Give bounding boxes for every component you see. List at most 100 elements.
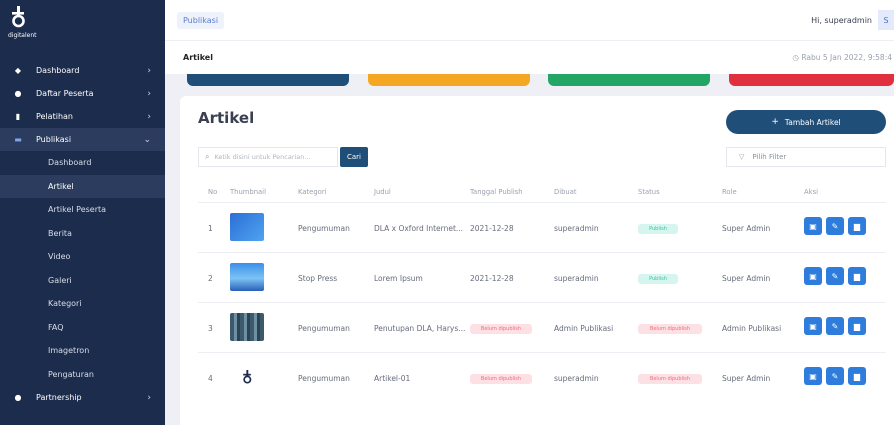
sidebar-item-publikasi[interactable]: ▬ Publikasi ⌄ (0, 128, 165, 151)
status-badge: Belum dipublish (638, 374, 702, 384)
edit-button[interactable]: ✎ (826, 367, 844, 385)
trash-icon: ▆ (853, 221, 861, 231)
col-header-status: Status (638, 188, 660, 196)
sidebar-sub-kategori[interactable]: Kategori (0, 292, 165, 316)
diamond-icon: ◆ (14, 66, 22, 75)
search-icon: ⌕ (205, 152, 210, 161)
table-row: 4 Pengumuman Artikel-01 Belum dipublish … (198, 352, 886, 402)
newspaper-icon: ▬ (14, 135, 22, 144)
stat-card-blue[interactable] (187, 74, 349, 86)
view-icon: ▣ (809, 371, 817, 381)
view-button[interactable]: ▣ (804, 217, 822, 235)
status-badge: Belum dipublish (638, 324, 702, 334)
chevron-right-icon: › (147, 111, 151, 122)
digitalent-logo-icon (12, 6, 25, 28)
sidebar: digitalent ◆ Dashboard › ● Daftar Pesert… (0, 0, 165, 425)
pencil-icon: ✎ (831, 221, 839, 231)
brand-name: digitalent (8, 32, 37, 39)
search-placeholder: Ketik disini untuk Pencarian... (214, 153, 311, 161)
col-header-kategori: Kategori (298, 188, 327, 196)
view-button[interactable]: ▣ (804, 317, 822, 335)
col-header-no: No (208, 188, 218, 196)
sidebar-sub-artikel[interactable]: Artikel (0, 174, 165, 198)
cell-no: 3 (208, 324, 213, 333)
cell-kategori: Pengumuman (298, 374, 350, 383)
sidebar-item-label: Publikasi (36, 135, 72, 144)
filter-icon: ▽ (739, 153, 745, 161)
edit-button[interactable]: ✎ (826, 317, 844, 335)
trash-icon: ▆ (853, 371, 861, 381)
sidebar-item-partnership[interactable]: ● Partnership › (0, 386, 165, 409)
delete-button[interactable]: ▆ (848, 317, 866, 335)
edit-button[interactable]: ✎ (826, 217, 844, 235)
sidebar-item-daftar-peserta[interactable]: ● Daftar Peserta › (0, 82, 165, 105)
delete-button[interactable]: ▆ (848, 217, 866, 235)
cell-no: 4 (208, 374, 213, 383)
trash-icon: ▆ (853, 321, 861, 331)
delete-button[interactable]: ▆ (848, 267, 866, 285)
col-header-aksi: Aksi (804, 188, 819, 196)
plus-icon: + (771, 117, 779, 127)
cell-kategori: Pengumuman (298, 324, 350, 333)
cell-role: Super Admin (722, 374, 771, 383)
top-bar: Publikasi Hi, superadmin S (165, 0, 894, 40)
sidebar-item-dashboard[interactable]: ◆ Dashboard › (0, 59, 165, 82)
view-icon: ▣ (809, 321, 817, 331)
sidebar-item-label: Pelatihan (36, 112, 73, 121)
handshake-icon: ● (14, 393, 22, 402)
cell-role: Super Admin (722, 274, 771, 283)
digitalent-logo-icon (243, 370, 252, 384)
sidebar-sub-pengaturan[interactable]: Pengaturan (0, 363, 165, 387)
cell-kategori: Stop Press (298, 274, 338, 283)
col-header-dibuat: Dibuat (554, 188, 577, 196)
brand-logo[interactable]: digitalent (0, 0, 165, 42)
article-thumbnail[interactable] (230, 213, 264, 241)
article-thumbnail[interactable] (230, 363, 264, 391)
sidebar-sub-artikel-peserta[interactable]: Artikel Peserta (0, 198, 165, 222)
stat-card-red[interactable] (729, 74, 894, 86)
delete-button[interactable]: ▆ (848, 367, 866, 385)
view-button[interactable]: ▣ (804, 267, 822, 285)
filter-select[interactable]: ▽ Pilih Filter (726, 147, 886, 167)
sidebar-sub-berita[interactable]: Berita (0, 222, 165, 246)
cell-no: 2 (208, 274, 213, 283)
cell-judul: DLA x Oxford Internet... (374, 224, 464, 233)
sidebar-sub-faq[interactable]: FAQ (0, 316, 165, 340)
stat-card-green[interactable] (548, 74, 710, 86)
sidebar-sub-dashboard[interactable]: Dashboard (0, 151, 165, 175)
cell-judul: Penutupan DLA, Harys... (374, 324, 466, 333)
chevron-down-icon: ⌄ (143, 134, 151, 145)
search-button[interactable]: Cari (340, 147, 368, 167)
status-badge: Publish (638, 274, 678, 284)
pencil-icon: ✎ (831, 321, 839, 331)
cell-tanggal: 2021-12-28 (470, 224, 514, 233)
cell-dibuat: Admin Publikasi (554, 324, 614, 333)
col-header-judul: Judul (374, 188, 391, 196)
trash-icon: ▆ (853, 271, 861, 281)
view-icon: ▣ (809, 221, 817, 231)
cell-role: Super Admin (722, 224, 771, 233)
panel-title: Artikel (198, 109, 255, 127)
cell-dibuat: superadmin (554, 224, 599, 233)
view-button[interactable]: ▣ (804, 367, 822, 385)
edit-button[interactable]: ✎ (826, 267, 844, 285)
cell-judul: Lorem Ipsum (374, 274, 423, 283)
cell-dibuat: superadmin (554, 274, 599, 283)
add-article-button[interactable]: + Tambah Artikel (726, 110, 886, 134)
stat-card-yellow[interactable] (368, 74, 530, 86)
breadcrumb[interactable]: Publikasi (177, 11, 225, 29)
article-thumbnail[interactable] (230, 313, 264, 341)
cell-dibuat: superadmin (554, 374, 599, 383)
search-input[interactable]: ⌕ Ketik disini untuk Pencarian... (198, 147, 338, 167)
sidebar-sub-video[interactable]: Video (0, 245, 165, 269)
add-article-label: Tambah Artikel (784, 117, 841, 127)
avatar[interactable]: S (878, 10, 894, 30)
sidebar-item-label: Daftar Peserta (36, 89, 94, 98)
cell-no: 1 (208, 224, 213, 233)
sidebar-sub-galeri[interactable]: Galeri (0, 269, 165, 293)
chevron-right-icon: › (147, 392, 151, 403)
sidebar-sub-imagetron[interactable]: Imagetron (0, 339, 165, 363)
cell-judul: Artikel-01 (374, 374, 411, 383)
article-thumbnail[interactable] (230, 263, 264, 291)
sidebar-item-pelatihan[interactable]: ▮ Pelatihan › (0, 105, 165, 128)
